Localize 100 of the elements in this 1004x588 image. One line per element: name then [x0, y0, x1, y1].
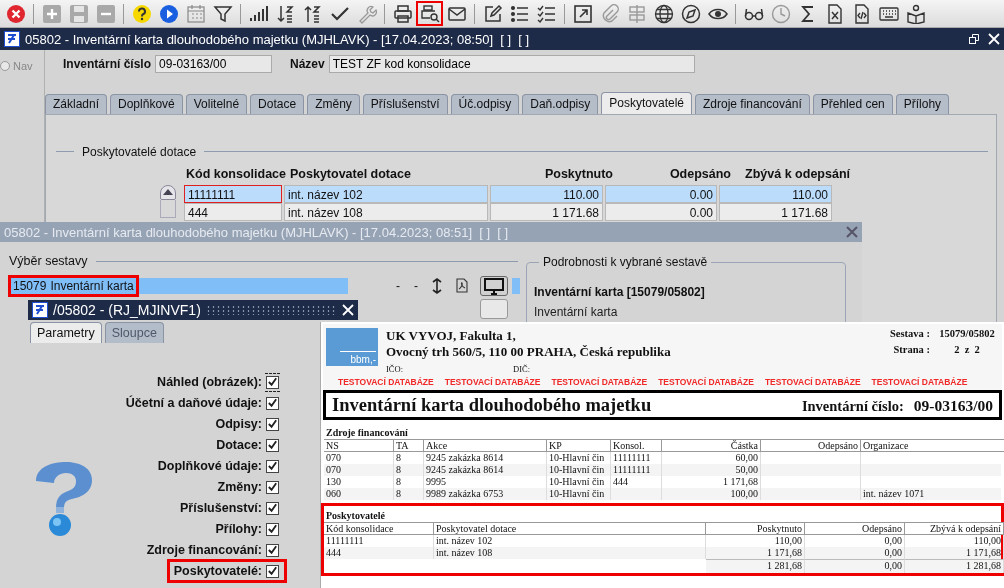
report-cell: int. název 1071 — [861, 488, 1004, 500]
table-cell[interactable]: 110.00 — [719, 184, 832, 203]
report-column-header: Poskytovatel dotace — [434, 522, 706, 535]
tab[interactable]: Poskytovatelé — [601, 91, 692, 114]
tab[interactable]: Doplňkové — [110, 93, 183, 114]
test-database-label: TESTOVACÍ DATABÁZE — [764, 377, 861, 387]
inventory-number-label: Inventární číslo: — [801, 398, 904, 415]
report-cell: 100,00 — [662, 488, 761, 500]
tab[interactable]: Základní — [45, 93, 108, 114]
save-icon — [68, 3, 89, 24]
id-label: DIČ: — [513, 364, 530, 374]
report-cell: 070 — [324, 464, 394, 476]
table-cell[interactable]: 110.00 — [490, 184, 603, 203]
edit-icon — [482, 3, 503, 24]
tab[interactable]: Přílohy — [895, 93, 950, 114]
run-icon — [158, 3, 179, 24]
report-list-item[interactable]: 15079 Inventární karta — [8, 278, 348, 294]
tab[interactable]: Změny — [307, 93, 360, 114]
tab[interactable]: Úč.odpisy — [450, 93, 520, 114]
scrollbar[interactable] — [160, 199, 176, 218]
checkbox[interactable] — [266, 438, 279, 452]
globe-icon — [653, 3, 674, 24]
drag-grip[interactable] — [205, 305, 337, 315]
checklist-icon — [536, 3, 557, 24]
checkbox-label: Doplňkové údaje: — [157, 459, 262, 473]
caret-up-icon — [163, 189, 173, 196]
close-icon — [5, 3, 26, 24]
tab[interactable]: Daň.odpisy — [522, 93, 599, 114]
report-column-header: NS — [324, 439, 394, 452]
signpost-icon — [626, 3, 647, 24]
text-field[interactable]: 09-03163/00 — [155, 54, 273, 73]
meta-value: 15079/05802 — [938, 328, 996, 339]
report-cell: 11111111 — [611, 464, 662, 476]
checkbox[interactable] — [266, 522, 279, 536]
tab[interactable]: Dotace — [250, 93, 305, 114]
signal-icon — [248, 3, 269, 24]
sort-arrows-icon[interactable] — [432, 278, 442, 294]
checkbox-label: Odpisy: — [215, 417, 262, 431]
checkmark-icon — [267, 418, 278, 430]
report-column-header: Kód konsolidace — [324, 522, 434, 535]
test-database-label: TESTOVACÍ DATABÁZE — [551, 377, 648, 387]
checkbox[interactable] — [266, 480, 279, 494]
checkmark-icon — [267, 376, 278, 388]
table-cell[interactable]: 0.00 — [605, 184, 717, 203]
test-database-label: TESTOVACÍ DATABÁZE — [444, 377, 541, 387]
sort-descending-icon — [275, 3, 296, 24]
checkmark-icon — [267, 439, 278, 451]
table-cell[interactable]: 11111111 — [184, 184, 282, 203]
report-column-header: Odepsáno — [761, 439, 861, 452]
tab[interactable]: Sloupce — [104, 322, 164, 343]
report-heading: Inventární karta [15079/05802] — [534, 285, 706, 299]
report-column-header: Částka — [662, 439, 761, 452]
toolbar-button[interactable] — [416, 1, 443, 26]
report-column-header: Odepsáno — [805, 522, 905, 535]
tab[interactable]: Parametry — [30, 322, 102, 343]
tool-label: - — [414, 278, 418, 294]
report-cell: 8 — [394, 488, 424, 500]
company-address: UK VYVOJ, Fakulta 1, — [386, 328, 517, 344]
report-column-header: Organizace — [861, 439, 1004, 452]
add-icon — [41, 3, 62, 24]
field-label: Inventární číslo — [63, 56, 152, 71]
help-icon — [131, 3, 152, 24]
window-title: 05802 - Inventární karta dlouhodobého majetku (MJHLAVK) - [17.04.2023; 08:50] [ ] [ ] — [25, 31, 530, 47]
book-reader-icon — [905, 3, 926, 24]
window-title: 05802 - Inventární karta dlouhodobého majetku (MJHLAVK) - [17.04.2023; 08:51] [ ] [ ] — [4, 224, 509, 240]
section-title: Výběr sestavy — [9, 254, 88, 268]
checkmark-icon — [267, 460, 278, 472]
report-total-cell: 1 281,68 — [905, 559, 1004, 573]
filter-icon — [212, 3, 233, 24]
scroll-up-button[interactable] — [160, 184, 176, 200]
report-cell: 444 — [324, 547, 434, 559]
tab[interactable]: Zdroje financování — [695, 93, 810, 114]
checkbox[interactable] — [266, 459, 279, 473]
clock-icon — [770, 3, 791, 24]
restore-icon[interactable] — [968, 33, 980, 45]
checkbox[interactable] — [266, 396, 279, 410]
tab[interactable]: Příslušenství — [362, 93, 448, 114]
report-cell: 060 — [324, 488, 394, 500]
pdf-file-icon[interactable] — [456, 278, 468, 293]
text-field[interactable]: TEST ZF kod konsolidace — [328, 54, 695, 73]
group-title: Podrobnosti k vybrané sestavě — [539, 255, 712, 269]
checkbox-label: Účetní a daňové údaje: — [125, 396, 262, 410]
report-section-title: Zdroje financování — [325, 426, 409, 439]
report-cell: 10-Hlavní čin — [547, 464, 611, 476]
checkbox[interactable] — [266, 564, 279, 578]
test-database-label: TESTOVACÍ DATABÁZE — [871, 377, 968, 387]
test-database-label: TESTOVACÍ DATABÁZE — [658, 377, 754, 387]
checkbox-label: Přílohy: — [215, 522, 262, 536]
sort-ascending-icon — [302, 3, 323, 24]
table-cell[interactable]: int. název 102 — [284, 184, 488, 203]
checkbox[interactable] — [266, 417, 279, 431]
checkbox[interactable] — [266, 501, 279, 515]
field-label: Název — [290, 56, 325, 71]
report-title: Inventární karta dlouhodobého majetku — [332, 395, 653, 416]
calendar-icon — [185, 3, 206, 24]
id-label: IČO: — [386, 364, 403, 374]
tab[interactable]: Přehled cen — [812, 93, 893, 114]
checkbox[interactable] — [266, 543, 279, 557]
screen-output-button[interactable] — [480, 276, 508, 296]
tab[interactable]: Volitelné — [185, 93, 248, 114]
